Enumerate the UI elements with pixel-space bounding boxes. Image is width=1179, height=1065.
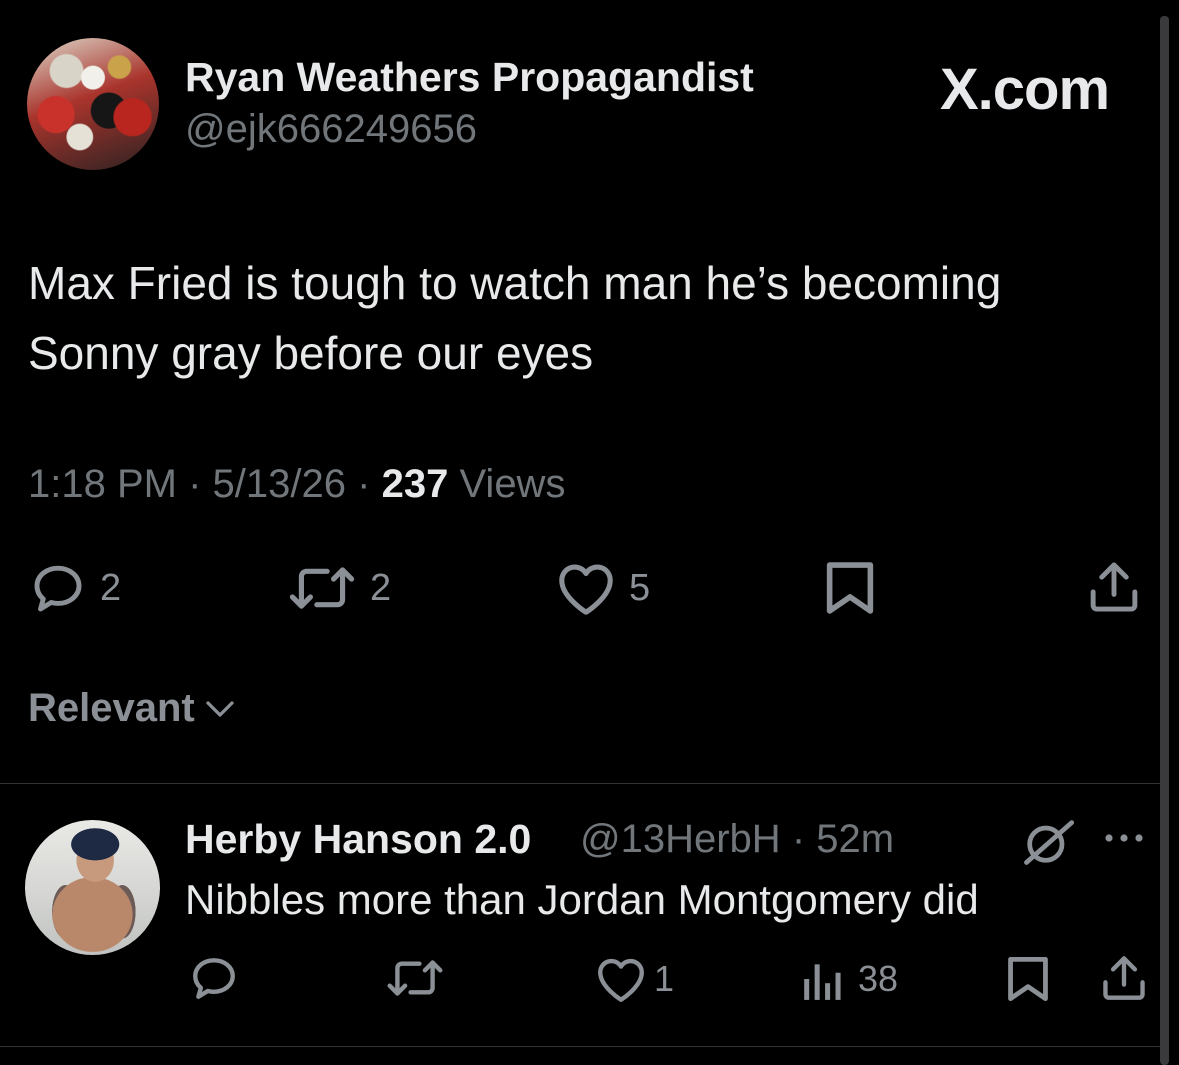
reply-share-button[interactable]	[1100, 954, 1148, 1002]
reply-author-display-name[interactable]: Herby Hanson 2.0	[185, 816, 531, 863]
share-button[interactable]	[1086, 560, 1142, 614]
meta-separator: ·	[791, 817, 806, 861]
repost-button[interactable]: 2	[286, 562, 391, 614]
scrollbar[interactable]	[1160, 16, 1169, 1065]
divider	[0, 783, 1160, 784]
reply-button[interactable]: 2	[28, 560, 121, 616]
heart-icon	[559, 564, 613, 615]
bookmark-icon	[1008, 956, 1048, 1002]
meta-separator: ·	[188, 462, 202, 506]
sort-dropdown[interactable]: Relevant	[28, 686, 235, 731]
bookmark-icon	[826, 562, 874, 614]
sort-label: Relevant	[28, 686, 195, 730]
reply-views-button[interactable]: 38	[800, 956, 898, 1002]
reply-like-button[interactable]: 1	[594, 955, 674, 1003]
grok-button[interactable]	[1020, 818, 1076, 866]
grok-icon	[1024, 820, 1075, 865]
author-handle[interactable]: @ejk666249656	[185, 107, 477, 152]
share-icon	[1090, 562, 1138, 612]
analytics-icon	[804, 964, 841, 1000]
tweet-text-line-1: Max Fried is tough to watch man he’s bec…	[28, 257, 1002, 309]
reply-repost-button[interactable]	[384, 956, 446, 1000]
reply-author-handle[interactable]: @13HerbH	[580, 817, 781, 861]
chevron-down-icon	[206, 700, 234, 717]
tweet-meta: 1:18 PM · 5/13/26 · 237 Views	[28, 462, 565, 507]
repost-icon	[289, 567, 355, 609]
reply-text: Nibbles more than Jordan Montgomery did	[185, 876, 979, 923]
more-options-button[interactable]	[1102, 830, 1146, 846]
reply-author-meta: @13HerbH · 52m	[580, 817, 894, 862]
more-icon	[1105, 834, 1143, 842]
reply-like-count: 1	[654, 958, 675, 999]
reply-author-avatar[interactable]	[25, 820, 160, 955]
reply-bookmark-button[interactable]	[1006, 955, 1050, 1003]
author-display-name[interactable]: Ryan Weathers Propagandist	[185, 54, 754, 101]
repost-count: 2	[370, 566, 392, 609]
tweet-date[interactable]: 5/13/26	[213, 462, 346, 506]
repost-icon	[387, 960, 443, 996]
tweet-text-line-2: Sonny gray before our eyes	[28, 327, 594, 379]
reply-age[interactable]: 52m	[816, 817, 894, 861]
reply-bubble-icon	[34, 565, 82, 612]
tweet-text: Max Fried is tough to watch man he’s bec…	[28, 248, 1138, 388]
divider	[0, 1046, 1160, 1047]
reply-count: 2	[100, 566, 122, 609]
bookmark-button[interactable]	[824, 560, 876, 616]
like-button[interactable]: 5	[555, 560, 650, 616]
tweet-time[interactable]: 1:18 PM	[28, 462, 177, 506]
like-count: 5	[629, 566, 651, 609]
brand-watermark: X.com	[940, 57, 1110, 122]
share-icon	[1103, 956, 1145, 1000]
reply-reply-button[interactable]	[188, 953, 240, 1003]
reply-bubble-icon	[193, 958, 235, 999]
views-label: Views	[459, 462, 566, 506]
author-avatar[interactable]	[27, 38, 159, 170]
reply-views-count: 38	[858, 958, 899, 999]
views-count: 237	[381, 462, 449, 506]
heart-icon	[598, 958, 644, 1002]
meta-separator: ·	[357, 462, 371, 506]
